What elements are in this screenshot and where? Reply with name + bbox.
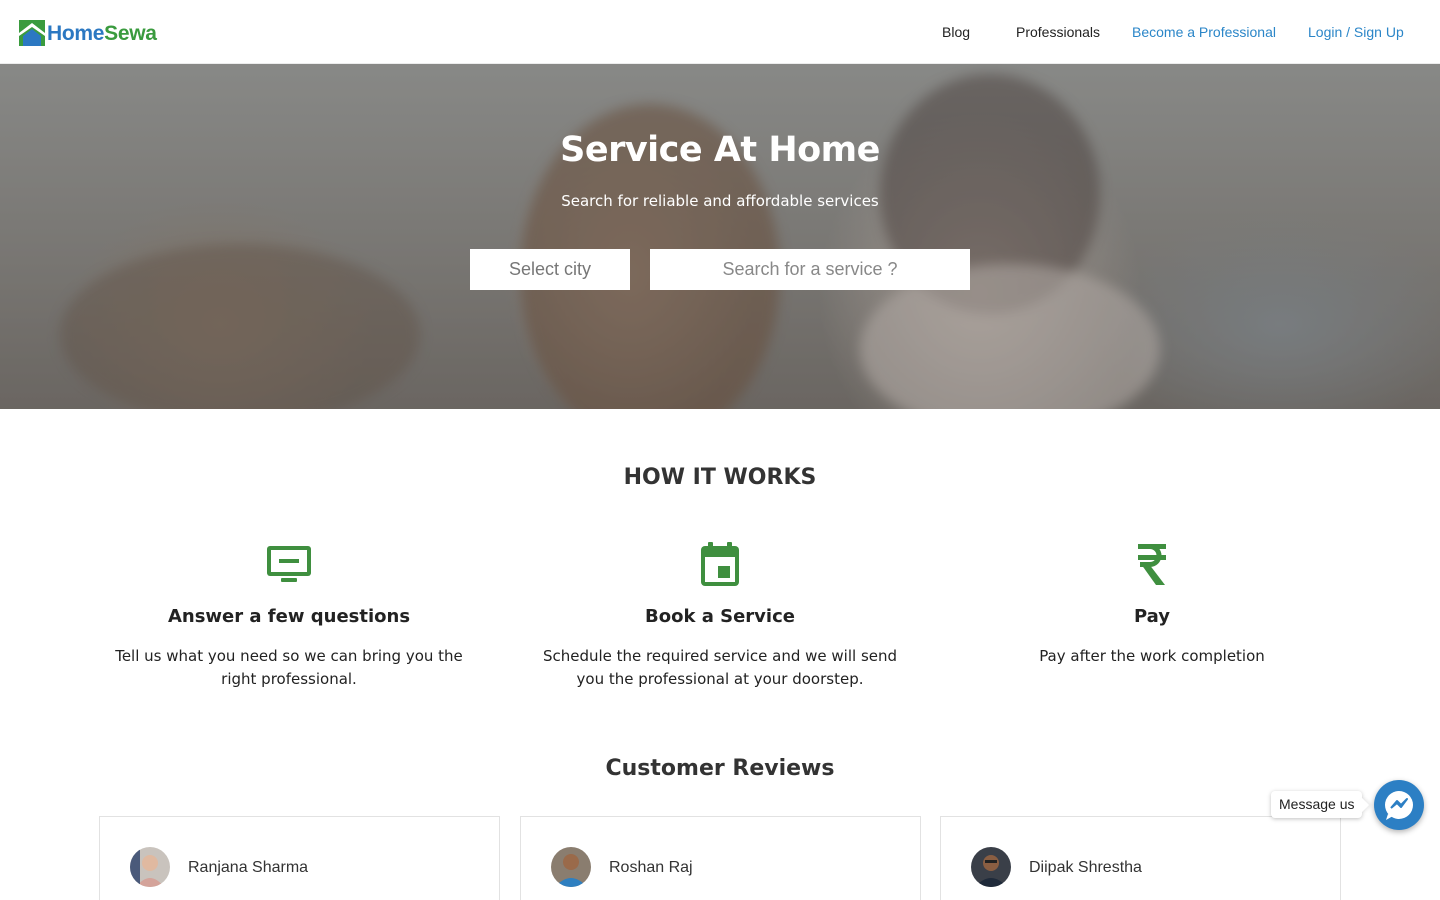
- review-card: Roshan Raj: [520, 816, 921, 900]
- house-logo-icon: [19, 20, 45, 46]
- nav-login-signup-link[interactable]: Login / Sign Up: [1308, 24, 1404, 40]
- avatar: [551, 847, 591, 887]
- reviewer-name: Ranjana Sharma: [188, 859, 309, 876]
- message-us-tooltip[interactable]: Message us: [1271, 791, 1363, 818]
- step-description: Pay after the work completion: [1039, 647, 1265, 665]
- review-card: Diipak Shrestha: [940, 816, 1341, 900]
- homesewa-logo[interactable]: HomeSewa: [19, 19, 157, 47]
- nav-professionals-link[interactable]: Professionals: [1016, 24, 1100, 40]
- step-description: Schedule the required service and we wil…: [542, 647, 898, 688]
- messenger-icon: [1385, 791, 1413, 820]
- hero-banner: Service At Home Search for reliable and …: [0, 64, 1440, 409]
- step-pay: Pay Pay after the work completion: [962, 540, 1342, 668]
- step-title: Book a Service: [645, 606, 795, 627]
- nav-become-professional-link[interactable]: Become a Professional: [1132, 24, 1276, 40]
- step-title: Answer a few questions: [167, 606, 411, 627]
- nav-blog-link[interactable]: Blog: [942, 24, 970, 40]
- messenger-chat-button[interactable]: [1374, 780, 1424, 830]
- reviewer-name: Diipak Shrestha: [1029, 859, 1142, 876]
- customer-reviews-title: Customer Reviews: [605, 756, 835, 781]
- service-search-input[interactable]: [650, 249, 970, 290]
- avatar: [130, 847, 170, 887]
- reviewer-name: Roshan Raj: [609, 859, 693, 876]
- hero-subtitle: Search for reliable and affordable servi…: [561, 192, 879, 210]
- monitor-icon: [267, 546, 311, 582]
- hero-title: Service At Home: [560, 130, 880, 170]
- navbar: HomeSewa Blog Professionals Become a Pro…: [0, 0, 1440, 64]
- calendar-icon: [701, 542, 739, 586]
- city-select[interactable]: Select city: [470, 249, 630, 290]
- avatar: [971, 847, 1011, 887]
- step-title: Pay: [1133, 606, 1171, 627]
- review-card: Ranjana Sharma: [99, 816, 500, 900]
- step-book-service: Book a Service Schedule the required ser…: [530, 540, 910, 691]
- rupee-icon: [1138, 544, 1166, 585]
- step-description: Tell us what you need so we can bring yo…: [115, 647, 463, 688]
- step-answer-questions: Answer a few questions Tell us what you …: [99, 540, 479, 691]
- logo-text: HomeSewa: [47, 21, 157, 45]
- how-it-works-title: HOW IT WORKS: [623, 465, 817, 490]
